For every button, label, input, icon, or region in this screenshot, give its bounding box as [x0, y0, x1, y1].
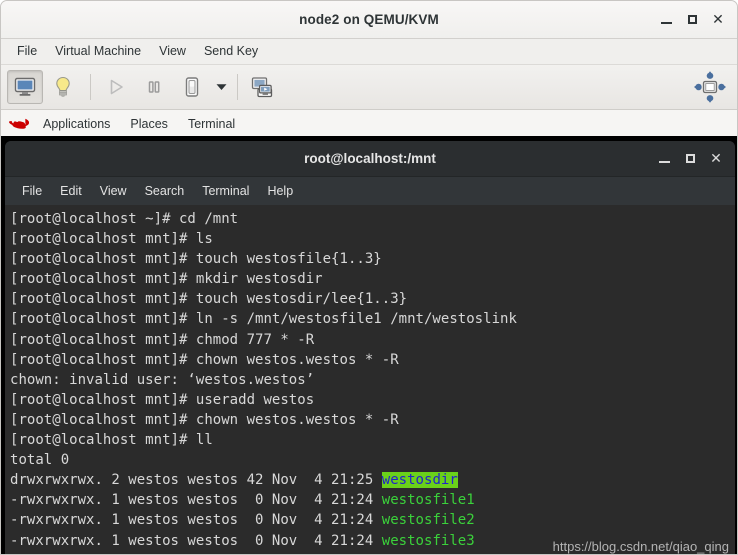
terminal-menu-file[interactable]: File [13, 177, 51, 205]
play-icon [110, 79, 123, 95]
terminal-text-span: [root@localhost mnt]# touch westosfile{1… [10, 251, 382, 268]
show-console-button[interactable] [7, 70, 43, 104]
terminal-line: -rwxrwxrwx. 1 westos westos 0 Nov 4 21:2… [10, 510, 735, 530]
terminal-line: [root@localhost mnt]# ll [10, 430, 735, 450]
terminal-text-span: drwxrwxrwx. 2 westos westos 42 Nov 4 21:… [10, 472, 382, 489]
gnome-menu-places[interactable]: Places [120, 110, 178, 138]
terminal-line: total 0 [10, 450, 735, 470]
terminal-text-span: [root@localhost mnt]# touch westosdir/le… [10, 291, 408, 308]
terminal-text-span: [root@localhost mnt]# chown westos.westo… [10, 411, 399, 428]
pause-icon [148, 81, 160, 93]
terminal-text-span: [root@localhost mnt]# useradd westos [10, 391, 315, 408]
close-icon: ✕ [710, 150, 722, 167]
vm-window-title: node2 on QEMU/KVM [299, 12, 439, 27]
terminal-line: [root@localhost mnt]# touch westosdir/le… [10, 289, 735, 309]
vm-menu-send-key[interactable]: Send Key [195, 39, 267, 64]
terminal-text-span: westosfile3 [381, 532, 475, 549]
virt-manager-window: node2 on QEMU/KVM ✕ File Virtual Machine… [0, 0, 738, 555]
chevron-down-icon [216, 84, 226, 90]
terminal-text-span: [root@localhost mnt]# chown westos.westo… [10, 351, 399, 368]
toolbar-separator-2 [237, 74, 238, 100]
terminal-text-span: [root@localhost mnt]# ls [10, 231, 213, 248]
terminal-line: [root@localhost mnt]# ln -s /mnt/westosf… [10, 309, 735, 329]
terminal-text-span: -rwxrwxrwx. 1 westos westos 0 Nov 4 21:2… [10, 532, 382, 549]
vm-menu-file[interactable]: File [8, 39, 46, 64]
gnome-menu-applications[interactable]: Applications [33, 110, 120, 138]
toolbar-separator-1 [90, 74, 91, 100]
vm-toolbar [1, 65, 737, 110]
terminal-line: [root@localhost mnt]# chmod 777 * -R [10, 330, 735, 350]
terminal-line: [root@localhost mnt]# mkdir westosdir [10, 269, 735, 289]
terminal-text-span: -rwxrwxrwx. 1 westos westos 0 Nov 4 21:2… [10, 512, 382, 529]
pause-vm-button[interactable] [136, 70, 172, 104]
terminal-titlebar: root@localhost:/mnt ✕ [5, 141, 735, 177]
vm-titlebar: node2 on QEMU/KVM ✕ [1, 1, 737, 39]
terminal-menu-search[interactable]: Search [136, 177, 194, 205]
vm-minimize-button[interactable] [653, 7, 679, 33]
vm-maximize-button[interactable] [679, 7, 705, 33]
watermark-text: https://blog.csdn.net/qiao_qing [552, 539, 729, 554]
monitor-icon [14, 77, 36, 96]
minimize-icon [658, 161, 670, 163]
vm-window-controls: ✕ [653, 1, 731, 38]
terminal-line: -rwxrwxrwx. 1 westos westos 0 Nov 4 21:2… [10, 490, 735, 510]
terminal-menu-terminal[interactable]: Terminal [193, 177, 258, 205]
terminal-menubar: File Edit View Search Terminal Help [5, 177, 735, 205]
vm-close-button[interactable]: ✕ [705, 7, 731, 33]
terminal-text-span: [root@localhost mnt]# chmod 777 * -R [10, 331, 315, 348]
terminal-close-button[interactable]: ✕ [703, 146, 729, 172]
scale-display-icon [694, 71, 726, 103]
terminal-minimize-button[interactable] [651, 146, 677, 172]
terminal-menu-view[interactable]: View [91, 177, 136, 205]
terminal-text-span: [root@localhost ~]# cd /mnt [10, 211, 239, 227]
terminal-text-span: westosdir [381, 472, 458, 489]
terminal-text-span: westosfile1 [381, 492, 475, 509]
terminal-line: [root@localhost mnt]# touch westosfile{1… [10, 249, 735, 269]
terminal-text-span: chown: invalid user: ‘westos.westos’ [10, 371, 315, 388]
vm-menu-virtual-machine[interactable]: Virtual Machine [46, 39, 150, 64]
terminal-text-span: -rwxrwxrwx. 1 westos westos 0 Nov 4 21:2… [10, 492, 382, 509]
shutdown-vm-button[interactable] [174, 70, 210, 104]
guest-desktop: root@localhost:/mnt ✕ File Edit View Sea… [1, 136, 737, 554]
shutdown-menu-button[interactable] [212, 70, 230, 104]
maximize-icon [685, 154, 695, 163]
terminal-menu-help[interactable]: Help [258, 177, 302, 205]
power-icon [185, 77, 199, 97]
terminal-screen[interactable]: [root@localhost ~]# cd /mnt [root@localho… [5, 205, 735, 554]
show-details-button[interactable] [45, 70, 81, 104]
terminal-text-span: [root@localhost mnt]# ll [10, 432, 213, 449]
terminal-maximize-button[interactable] [677, 146, 703, 172]
terminal-line: [root@localhost ~]# cd /mnt [10, 209, 735, 229]
vm-menu-view[interactable]: View [150, 39, 195, 64]
terminal-text-span: [root@localhost mnt]# mkdir westosdir [10, 271, 323, 288]
terminal-window-title: root@localhost:/mnt [304, 151, 436, 166]
terminal-menu-edit[interactable]: Edit [51, 177, 91, 205]
terminal-line: drwxrwxrwx. 2 westos westos 42 Nov 4 21:… [10, 470, 735, 490]
close-icon: ✕ [712, 11, 724, 28]
gnome-top-panel: Applications Places Terminal [1, 110, 737, 139]
snapshots-icon [251, 77, 273, 98]
terminal-window-controls: ✕ [651, 141, 729, 176]
terminal-line: [root@localhost mnt]# ls [10, 229, 735, 249]
gnome-menu-terminal[interactable]: Terminal [178, 110, 245, 138]
terminal-window: root@localhost:/mnt ✕ File Edit View Sea… [5, 141, 735, 554]
maximize-icon [687, 15, 697, 24]
terminal-line: [root@localhost mnt]# useradd westos [10, 390, 735, 410]
snapshots-button[interactable] [245, 70, 281, 104]
lightbulb-icon [56, 76, 70, 97]
terminal-text-span: [root@localhost mnt]# ln -s /mnt/westosf… [10, 311, 517, 328]
terminal-output: [root@localhost ~]# cd /mnt [root@localho… [7, 209, 735, 554]
vm-menubar: File Virtual Machine View Send Key [1, 39, 737, 65]
fullscreen-button[interactable] [693, 70, 727, 109]
run-vm-button[interactable] [98, 70, 134, 104]
redhat-logo-icon [9, 118, 29, 129]
minimize-icon [660, 22, 672, 24]
terminal-line: [root@localhost mnt]# chown westos.westo… [10, 410, 735, 430]
terminal-text-span: total 0 [10, 452, 70, 469]
terminal-text-span: westosfile2 [381, 512, 475, 529]
terminal-line: [root@localhost mnt]# chown westos.westo… [10, 350, 735, 370]
terminal-line: chown: invalid user: ‘westos.westos’ [10, 370, 735, 390]
